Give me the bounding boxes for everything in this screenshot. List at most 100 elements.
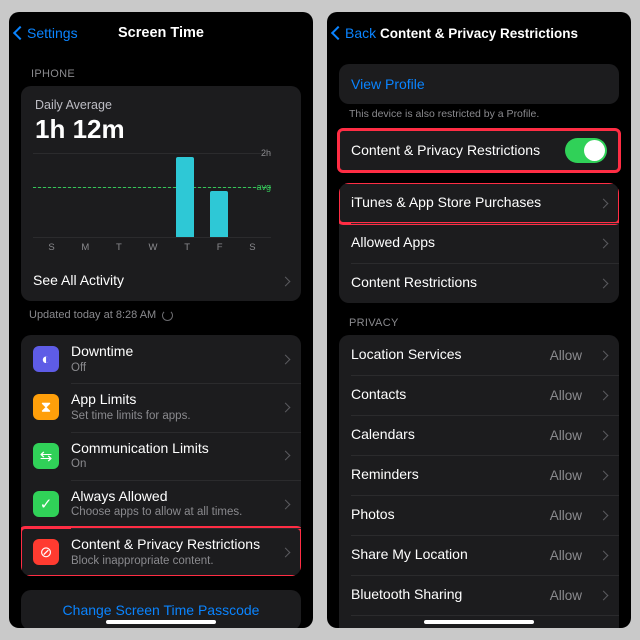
row-sub: Choose apps to allow at all times. — [71, 506, 270, 520]
row-sub: Set time limits for apps. — [71, 410, 270, 424]
cpr-label: Content & Privacy Restrictions — [351, 142, 553, 160]
row-app-limits[interactable]: ⧗ App Limits Set time limits for apps. — [21, 383, 301, 431]
row-title: Allowed Apps — [351, 234, 588, 252]
see-all-label: See All Activity — [33, 272, 270, 290]
row-content-privacy[interactable]: ⊘ Content & Privacy Restrictions Block i… — [21, 528, 301, 576]
row-title: Photos — [351, 506, 538, 524]
row-title: Communication Limits — [71, 440, 270, 458]
back-label: Settings — [27, 25, 78, 41]
row-value: Allow — [550, 388, 582, 403]
row-privacy-bluetooth[interactable]: Bluetooth Sharing Allow — [339, 575, 619, 615]
row-sub: Block inappropriate content. — [71, 555, 270, 569]
row-value: Allow — [550, 628, 582, 629]
home-indicator[interactable] — [424, 620, 534, 624]
section-header-iphone: IPHONE — [21, 54, 301, 86]
updated-label: Updated today at 8:28 AM — [29, 309, 156, 321]
chevron-right-icon — [281, 354, 291, 364]
row-privacy-share[interactable]: Share My Location Allow — [339, 535, 619, 575]
content-privacy-screen: Back Content & Privacy Restrictions View… — [327, 12, 631, 628]
chevron-right-icon — [281, 451, 291, 461]
row-title: Bluetooth Sharing — [351, 586, 538, 604]
home-indicator[interactable] — [106, 620, 216, 624]
cpr-toggle-row[interactable]: Content & Privacy Restrictions — [339, 130, 619, 171]
row-title: Content Restrictions — [351, 274, 588, 292]
row-title: Reminders — [351, 466, 538, 484]
chevron-right-icon — [281, 547, 291, 557]
privacy-card: Location ServicesAllowContactsAllowCalen… — [339, 335, 619, 628]
back-button[interactable]: Settings — [15, 12, 78, 54]
options-card: ◐ Downtime Off ⧗ App Limits Set time lim… — [21, 335, 301, 576]
chevron-right-icon — [599, 238, 609, 248]
x-tick: S — [48, 242, 54, 253]
row-title: Location Services — [351, 346, 538, 364]
row-privacy-location[interactable]: Location Services Allow — [339, 335, 619, 375]
row-privacy-calendars[interactable]: Calendars Allow — [339, 415, 619, 455]
x-tick: T — [116, 242, 122, 253]
see-all-activity[interactable]: See All Activity — [21, 261, 301, 301]
nav-bar: Back Content & Privacy Restrictions — [327, 12, 631, 54]
chart-bar — [210, 191, 228, 237]
screen-time-screen: Settings Screen Time IPHONE Daily Averag… — [9, 12, 313, 628]
row-downtime[interactable]: ◐ Downtime Off — [21, 335, 301, 383]
daily-average-value: 1h 12m — [21, 114, 301, 151]
back-button[interactable]: Back — [333, 12, 376, 54]
row-title: Contacts — [351, 386, 538, 404]
spinner-icon — [162, 310, 173, 321]
chevron-right-icon — [599, 470, 609, 480]
row-always-allowed[interactable]: ✓ Always Allowed Choose apps to allow at… — [21, 480, 301, 528]
row-privacy-photos[interactable]: Photos Allow — [339, 495, 619, 535]
check-icon: ✓ — [33, 491, 59, 517]
row-title: Microphone — [351, 626, 538, 628]
chevron-right-icon — [599, 198, 609, 208]
toggle-on-icon[interactable] — [565, 138, 607, 163]
view-profile[interactable]: View Profile — [339, 64, 619, 104]
chevron-right-icon — [599, 278, 609, 288]
usage-card: Daily Average 1h 12m 2havg SMTWTFS See A… — [21, 86, 301, 301]
section-header-privacy: PRIVACY — [339, 303, 619, 335]
row-value: Allow — [550, 548, 582, 563]
x-tick: T — [184, 242, 190, 253]
restrictions-card: iTunes & App Store Purchases Allowed App… — [339, 183, 619, 303]
usage-chart: 2havg SMTWTFS — [33, 153, 289, 253]
row-title: Calendars — [351, 426, 538, 444]
row-privacy-reminders[interactable]: Reminders Allow — [339, 455, 619, 495]
hourglass-icon: ⧗ — [33, 394, 59, 420]
chevron-right-icon — [281, 276, 291, 286]
chevron-left-icon — [331, 26, 345, 40]
row-value: Allow — [550, 468, 582, 483]
x-tick: M — [81, 242, 89, 253]
row-title: Share My Location — [351, 546, 538, 564]
row-title: Always Allowed — [71, 488, 270, 506]
profile-footnote: This device is also restricted by a Prof… — [339, 104, 619, 130]
chevron-right-icon — [281, 402, 291, 412]
row-communication-limits[interactable]: ⇆ Communication Limits On — [21, 432, 301, 480]
updated-text: Updated today at 8:28 AM — [21, 301, 301, 335]
row-content-restrictions[interactable]: Content Restrictions — [339, 263, 619, 303]
row-title: Content & Privacy Restrictions — [71, 536, 270, 554]
x-tick: S — [249, 242, 255, 253]
page-title: Content & Privacy Restrictions — [380, 26, 578, 41]
view-profile-label: View Profile — [351, 76, 425, 92]
moon-icon: ◐ — [33, 346, 59, 372]
row-title: iTunes & App Store Purchases — [351, 194, 588, 212]
chevron-right-icon — [599, 590, 609, 600]
row-value: Allow — [550, 588, 582, 603]
row-sub: Off — [71, 362, 270, 376]
row-allowed-apps[interactable]: Allowed Apps — [339, 223, 619, 263]
chevron-right-icon — [599, 350, 609, 360]
chevron-right-icon — [599, 390, 609, 400]
row-value: Allow — [550, 508, 582, 523]
row-title: App Limits — [71, 391, 270, 409]
row-value: Allow — [550, 348, 582, 363]
row-itunes-purchases[interactable]: iTunes & App Store Purchases — [339, 183, 619, 223]
chevron-right-icon — [599, 430, 609, 440]
profile-card: View Profile — [339, 64, 619, 104]
row-privacy-contacts[interactable]: Contacts Allow — [339, 375, 619, 415]
x-tick: W — [149, 242, 158, 253]
x-tick: F — [217, 242, 223, 253]
back-label: Back — [345, 25, 376, 41]
people-icon: ⇆ — [33, 443, 59, 469]
cpr-toggle-card: Content & Privacy Restrictions — [339, 130, 619, 171]
row-value: Allow — [550, 428, 582, 443]
daily-average-label: Daily Average — [21, 86, 301, 114]
